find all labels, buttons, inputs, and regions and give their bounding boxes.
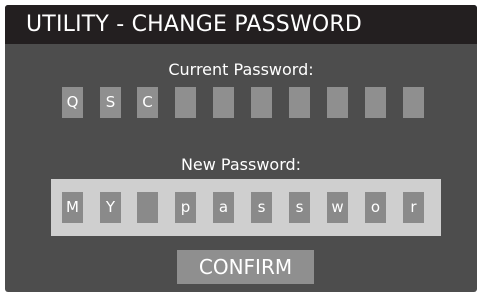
new-password-char-10[interactable]: r [403,192,424,223]
new-password-char-7[interactable]: s [289,192,310,223]
current-password-char-3[interactable]: C [137,87,158,118]
new-password-char-5[interactable]: a [213,192,234,223]
current-password-char-2[interactable]: S [100,87,121,118]
current-password-char-10[interactable] [403,87,424,118]
current-password-label: Current Password: [168,60,314,79]
new-password-char-8[interactable]: w [327,192,348,223]
current-password-char-1[interactable]: Q [62,87,83,118]
new-password-char-3[interactable] [137,192,158,223]
current-password-char-4[interactable] [175,87,196,118]
current-password-char-5[interactable] [213,87,234,118]
page-title: UTILITY - CHANGE PASSWORD [26,12,363,37]
current-password-char-9[interactable] [365,87,386,118]
new-password-char-4[interactable]: p [175,192,196,223]
new-password-char-6[interactable]: s [251,192,272,223]
current-password-char-6[interactable] [251,87,272,118]
new-password-char-9[interactable]: o [365,192,386,223]
current-password-char-8[interactable] [327,87,348,118]
new-password-char-1[interactable]: M [62,192,83,223]
title-bar: UTILITY - CHANGE PASSWORD [5,5,477,44]
current-password-char-7[interactable] [289,87,310,118]
new-password-label: New Password: [180,155,302,174]
confirm-button[interactable]: CONFIRM [177,250,314,284]
new-password-char-2[interactable]: Y [100,192,121,223]
current-password-field[interactable]: Q S C [5,87,477,118]
new-password-field[interactable]: M Y p a s s w o r [51,179,441,236]
change-password-screen: UTILITY - CHANGE PASSWORD Current Passwo… [5,5,477,292]
